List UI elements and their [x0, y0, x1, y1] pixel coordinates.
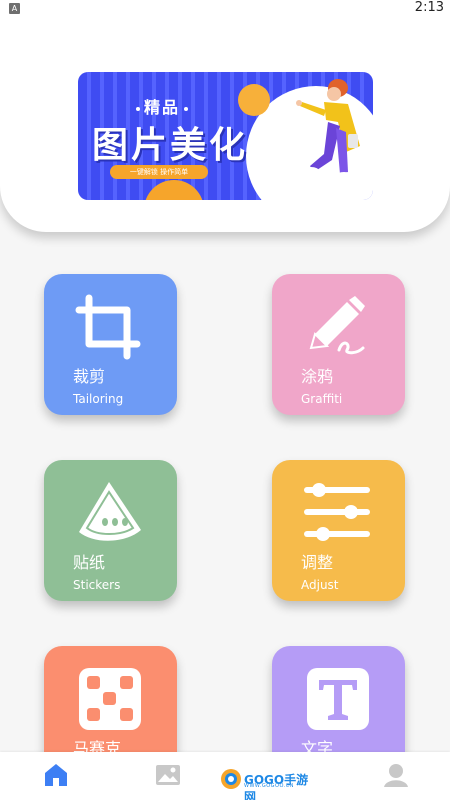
- watermark-subtext: WWW.GOGOO.CN: [244, 783, 295, 789]
- tile-graffiti[interactable]: 涂鸦 Graffiti: [272, 274, 405, 415]
- pen-icon: [309, 296, 365, 355]
- nav-profile[interactable]: [380, 760, 412, 790]
- profile-icon: [384, 764, 408, 787]
- tile-label: 调整: [301, 553, 334, 572]
- banner-ball: [238, 84, 270, 116]
- promo-banner[interactable]: 精品 图片美化 一键解锁 操作简单: [78, 72, 373, 200]
- crop-icon: [75, 294, 141, 360]
- status-bar: A 2:13: [0, 0, 450, 22]
- gallery-icon: [156, 765, 180, 785]
- header-card: 精品 图片美化 一键解锁 操作简单: [0, 0, 450, 232]
- home-icon: [45, 764, 67, 786]
- mosaic-icon: [79, 668, 141, 730]
- sliders-icon: [304, 483, 370, 541]
- tile-label: 裁剪: [73, 367, 106, 386]
- banner-small-label: 精品: [132, 94, 192, 118]
- tile-sublabel: Graffiti: [301, 392, 343, 406]
- status-indicator-icon: A: [9, 3, 20, 14]
- nav-home[interactable]: [40, 760, 72, 790]
- banner-pill: 一键解锁 操作简单: [110, 165, 208, 179]
- banner-title: 图片美化: [92, 125, 249, 166]
- feature-grid: 裁剪 Tailoring 涂鸦 Graffiti 贴纸 Stickers 调整 …: [0, 232, 450, 787]
- nav-gallery[interactable]: [152, 760, 184, 790]
- text-icon: [307, 668, 369, 730]
- status-time: 2:13: [414, 0, 444, 15]
- tile-adjust[interactable]: 调整 Adjust: [272, 460, 405, 601]
- bottom-nav: GOGO手游网 WWW.GOGOO.CN: [0, 752, 450, 800]
- tile-label: 贴纸: [73, 553, 106, 572]
- tile-sublabel: Stickers: [73, 578, 121, 592]
- gogo-logo-icon: [221, 769, 241, 789]
- tile-stickers[interactable]: 贴纸 Stickers: [44, 460, 177, 601]
- watermelon-icon: [79, 482, 141, 541]
- tile-sublabel: Adjust: [301, 578, 339, 592]
- tile-sublabel: Tailoring: [73, 392, 124, 406]
- tile-crop[interactable]: 裁剪 Tailoring: [44, 274, 177, 415]
- tile-label: 涂鸦: [301, 367, 334, 386]
- banner-figure-illustration: [296, 79, 360, 180]
- banner-ball: [144, 180, 204, 200]
- watermark-logo: GOGO手游网 WWW.GOGOO.CN: [220, 768, 310, 800]
